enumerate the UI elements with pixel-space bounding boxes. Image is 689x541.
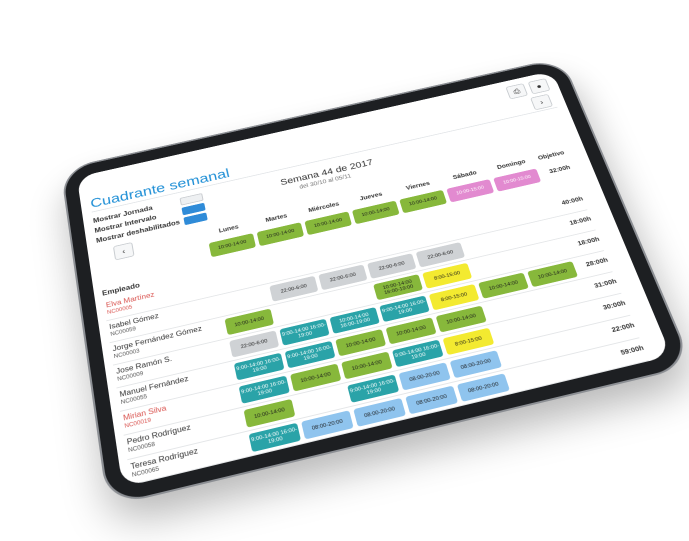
shift-cell[interactable]: 10:00-14:00 <box>335 329 387 357</box>
employee-hours: 59:00h <box>619 345 645 357</box>
shift-cell[interactable]: 22:00-6:00 <box>269 275 319 302</box>
employee-hours: 31:00h <box>593 278 618 290</box>
shift-cell[interactable]: 08:00-20:00 <box>398 362 451 391</box>
shift-cell[interactable]: 8:00-15:00 <box>428 283 480 311</box>
shift-cell[interactable]: 10:00-14:00 <box>435 305 487 333</box>
shift-cell[interactable]: 10:00-14:00 <box>478 272 529 299</box>
prev-week-button[interactable]: ‹ <box>112 242 135 261</box>
shift-cell[interactable]: 9:00-14:00 16:00-19:00 <box>379 295 430 323</box>
shift-cell[interactable]: 10:00-14:00 16:00-19:00 <box>373 274 424 301</box>
shift-cell[interactable]: 9:00-14:00 16:00-19:00 <box>347 374 400 403</box>
shift-cell[interactable]: 10:00-14:00 <box>290 363 342 392</box>
shift-cell[interactable]: 9:00-14:00 16:00-19:00 <box>238 375 290 404</box>
shift-cell[interactable]: 10:00-14:00 <box>341 351 393 380</box>
employee-hours: 40:00h <box>560 196 585 207</box>
employee-hours: 18:00h <box>576 236 601 248</box>
shift-cell[interactable]: 9:00-14:00 16:00-19:00 <box>284 340 336 369</box>
shift-cell[interactable]: 9:00-14:00 16:00-19:00 <box>359 421 413 452</box>
shift-cell[interactable]: 10:00-14:00 <box>243 398 296 428</box>
tablet-device: ⎙ ● › Cuadrante semanal Mostrar Jornada … <box>62 58 689 505</box>
shift-cell[interactable]: 08:00-20:00 <box>449 350 503 379</box>
shift-cell[interactable]: 10:00-14:00 <box>224 308 275 336</box>
title-divider <box>91 106 558 213</box>
shift-cell[interactable]: 9:00-14:00 16:00-19:00 <box>233 352 285 381</box>
app-screen: ⎙ ● › Cuadrante semanal Mostrar Jornada … <box>76 70 672 488</box>
shift-cell[interactable]: 08:00-20:00 <box>306 434 361 465</box>
shift-cell[interactable]: 8:00-15:00 <box>442 327 495 356</box>
employee-hours: 22:00h <box>610 322 636 334</box>
shift-cell[interactable]: 8:00-15:00 <box>422 262 473 289</box>
employee-hours: 30:00h <box>602 300 627 312</box>
shift-cell[interactable]: 10:00-14:00 <box>527 261 579 288</box>
shift-cell[interactable]: 08:00-20:00 <box>405 385 459 415</box>
user-icon[interactable]: ● <box>527 78 551 95</box>
employee-hours: 28:00h <box>585 257 610 269</box>
shift-cell[interactable]: 08:00-20:00 <box>253 447 307 478</box>
objective-hours: 32:00h <box>548 164 572 175</box>
printer-icon[interactable]: ⎙ <box>505 83 529 100</box>
shift-cell[interactable]: 08:00-20:00 <box>353 397 407 427</box>
shift-cell[interactable]: 9:00-14:00 16:00-19:00 <box>279 318 330 346</box>
shift-cell[interactable]: 9:00-14:00 16:00-19:00 <box>391 339 444 368</box>
shift-cell[interactable]: 10:00-14:00 <box>385 317 437 345</box>
shift-cell[interactable]: 08:00-20:00 <box>301 410 354 440</box>
shift-cell[interactable]: 10:00-14:00 16:00-19:00 <box>329 307 380 334</box>
employee-hours: 18:00h <box>568 216 593 227</box>
shift-cell[interactable]: 22:00-6:00 <box>415 242 466 268</box>
shift-cell[interactable]: 9:00-14:00 16:00-19:00 <box>248 422 302 453</box>
objective-column-header: Objetivo <box>537 150 566 162</box>
shift-cell[interactable]: 22:00-6:00 <box>229 330 280 358</box>
shift-cell[interactable]: 22:00-6:00 <box>318 264 368 291</box>
